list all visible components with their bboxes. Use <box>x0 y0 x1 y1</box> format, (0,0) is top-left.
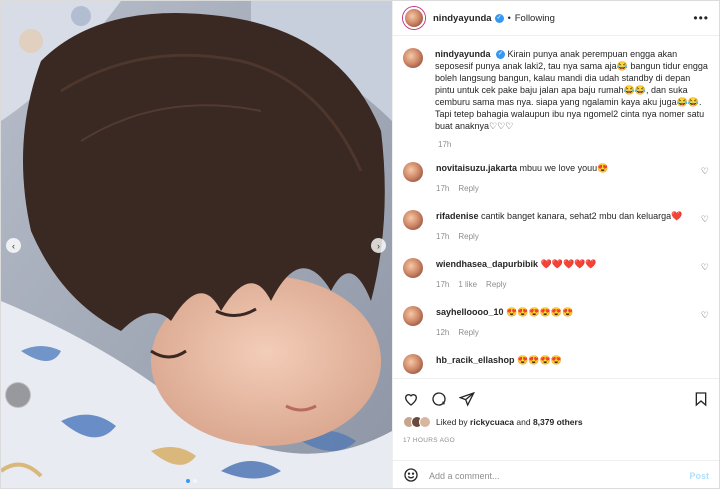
avatar[interactable] <box>403 354 423 374</box>
comment-item: sayhelloooo_10 😍😍😍😍😍😍 12h Reply ♡ <box>393 306 719 339</box>
comment-username[interactable]: wiendhasea_dapurbibik <box>436 259 538 269</box>
liker-username[interactable]: rickycuaca <box>470 417 514 427</box>
comment-input[interactable] <box>429 470 690 481</box>
liker-avatar <box>419 416 431 428</box>
comment-like-icon[interactable]: ♡ <box>701 166 709 177</box>
add-comment-bar: Post <box>393 460 719 490</box>
comment-username[interactable]: sayhelloooo_10 <box>436 307 504 317</box>
post-actions: Liked by rickycuaca and 8,379 others 17 … <box>393 378 719 490</box>
tags-button[interactable] <box>5 382 31 408</box>
verified-badge-icon: ✓ <box>496 50 506 60</box>
comment-text: 😍😍😍😍 <box>517 355 562 365</box>
comment-text: cantik banget kanara, sehat2 mbu dan kel… <box>481 211 683 221</box>
comment-likes[interactable]: 1 like <box>458 280 477 289</box>
caption-time: 17h <box>438 140 452 149</box>
comment-item: wiendhasea_dapurbibik ❤️❤️❤️❤️❤️ 17h 1 li… <box>393 258 719 291</box>
post-sidebar: nindyayunda ✓ • Following ••• nindyayund… <box>392 1 719 488</box>
avatar[interactable] <box>403 7 425 29</box>
more-options-icon[interactable]: ••• <box>693 11 709 25</box>
post-timestamp: 17 HOURS AGO <box>403 437 456 444</box>
reply-button[interactable]: Reply <box>458 184 478 193</box>
comment-item: novitaisuzu.jakarta mbuu we love youu😍 1… <box>393 162 719 195</box>
sleeping-girl-photo <box>1 1 392 488</box>
comment-item: hb_racik_ellashop 😍😍😍😍 <box>393 354 719 374</box>
comment-time: 12h <box>436 328 450 337</box>
comment-username[interactable]: rifadenise <box>436 211 479 221</box>
chevron-right-icon[interactable]: › <box>371 238 386 253</box>
carousel-indicator <box>186 479 197 483</box>
post-dialog: ‹ › nindyayunda ✓ • Following ••• nindya… <box>0 0 720 489</box>
post-image: ‹ › <box>1 1 392 488</box>
caption-text: Kirain punya anak perempuan engga akan s… <box>435 49 708 131</box>
share-icon[interactable] <box>459 391 475 407</box>
avatar[interactable] <box>403 162 423 182</box>
comment-username[interactable]: hb_racik_ellashop <box>436 355 515 365</box>
comment-like-icon[interactable]: ♡ <box>701 310 709 321</box>
caption: nindyayunda ✓ Kirain punya anak perempua… <box>393 37 719 132</box>
chevron-left-icon[interactable]: ‹ <box>6 238 21 253</box>
comment-like-icon[interactable]: ♡ <box>701 214 709 225</box>
post-button[interactable]: Post <box>689 471 709 481</box>
smiley-icon[interactable] <box>403 467 419 485</box>
likes-count[interactable]: 8,379 others <box>533 417 583 427</box>
avatar[interactable] <box>403 210 423 230</box>
avatar[interactable] <box>403 258 423 278</box>
reply-button[interactable]: Reply <box>486 280 506 289</box>
username[interactable]: nindyayunda <box>433 13 492 24</box>
verified-badge-icon: ✓ <box>494 13 504 23</box>
carousel-dot <box>193 479 197 483</box>
following-button[interactable]: Following <box>515 13 555 24</box>
avatar[interactable] <box>403 306 423 326</box>
comment-text: 😍😍😍😍😍😍 <box>506 307 574 317</box>
reply-button[interactable]: Reply <box>458 232 478 241</box>
likes-summary: Liked by rickycuaca and 8,379 others <box>393 407 719 428</box>
avatar[interactable] <box>403 48 423 68</box>
post-header: nindyayunda ✓ • Following ••• <box>393 1 719 36</box>
carousel-dot <box>186 479 190 483</box>
comment-like-icon[interactable]: ♡ <box>701 262 709 273</box>
comment-item: rifadenise cantik banget kanara, sehat2 … <box>393 210 719 243</box>
bookmark-icon[interactable] <box>693 391 709 407</box>
comment-time: 17h <box>436 280 450 289</box>
reply-button[interactable]: Reply <box>458 328 478 337</box>
comment-icon[interactable] <box>431 391 447 407</box>
comment-time: 17h <box>436 184 450 193</box>
comments-list[interactable]: nindyayunda ✓ Kirain punya anak perempua… <box>393 37 719 377</box>
comment-text: ❤️❤️❤️❤️❤️ <box>540 259 597 269</box>
caption-username[interactable]: nindyayunda <box>435 49 491 59</box>
comment-username[interactable]: novitaisuzu.jakarta <box>436 163 517 173</box>
comment-text: mbuu we love youu😍 <box>519 163 609 173</box>
heart-icon[interactable] <box>403 391 419 407</box>
comment-time: 17h <box>436 232 450 241</box>
